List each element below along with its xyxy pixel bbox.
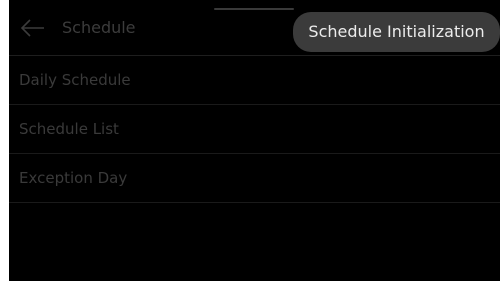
menu-item-label: Schedule List	[19, 120, 119, 138]
schedule-screen: Schedule Daily Schedule Schedule List Ex…	[9, 0, 500, 281]
menu-item-schedule-list[interactable]: Schedule List	[9, 105, 500, 154]
menu-item-label: Daily Schedule	[19, 71, 131, 89]
schedule-initialization-label: Schedule Initialization	[308, 22, 485, 41]
schedule-menu-list: Daily Schedule Schedule List Exception D…	[9, 56, 500, 203]
page-title: Schedule	[62, 18, 136, 37]
schedule-initialization-button[interactable]: Schedule Initialization	[293, 12, 500, 52]
menu-item-exception-day[interactable]: Exception Day	[9, 154, 500, 203]
menu-item-label: Exception Day	[19, 169, 128, 187]
back-button[interactable]	[19, 14, 47, 42]
menu-item-daily-schedule[interactable]: Daily Schedule	[9, 56, 500, 105]
arrow-left-icon	[19, 14, 47, 42]
